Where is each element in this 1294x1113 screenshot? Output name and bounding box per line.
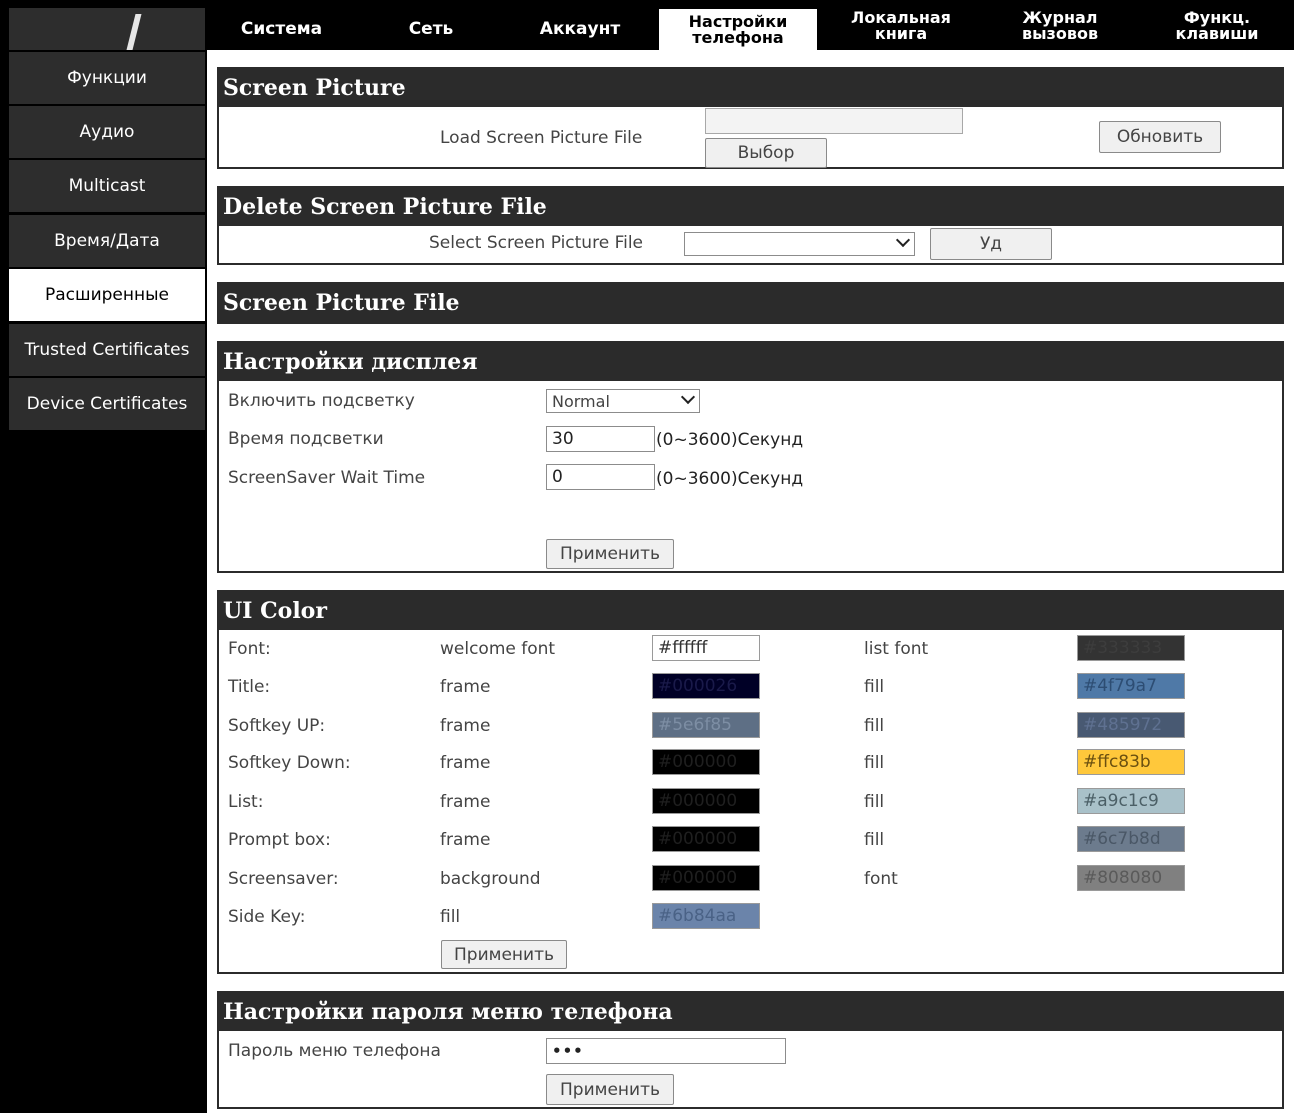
color-left-label: background	[440, 869, 541, 889]
color-right-input[interactable]: #808080	[1077, 865, 1185, 891]
color-left-label: frame	[440, 677, 491, 697]
color-right-label: fill	[864, 792, 885, 812]
backlight-select-value: Normal	[552, 391, 610, 411]
color-left-input[interactable]: #000026	[652, 673, 760, 699]
color-right-input[interactable]: #485972	[1077, 712, 1185, 738]
color-left-input[interactable]: #5e6f85	[652, 712, 760, 738]
menu-password-label: Пароль меню телефона	[228, 1041, 441, 1061]
password-settings-title: Настройки пароля меню телефона	[219, 993, 1282, 1031]
color-left-label: frame	[440, 753, 491, 773]
tab-system[interactable]: Система	[208, 8, 355, 50]
load-screen-picture-label: Load Screen Picture File	[440, 128, 643, 148]
logo-slash-icon	[126, 14, 142, 50]
color-left-label: frame	[440, 830, 491, 850]
sidebar-item-features[interactable]: Функции	[9, 52, 205, 104]
display-settings-panel: Настройки дисплея Включить подсветку Nor…	[217, 341, 1284, 573]
screensaver-wait-hint: (0~3600)Секунд	[656, 469, 804, 489]
sidebar-item-device-certificates[interactable]: Device Certificates	[9, 378, 205, 430]
tab-local-phonebook[interactable]: Локальная книга	[822, 8, 980, 50]
color-row-label: Side Key:	[228, 907, 306, 927]
logo	[9, 8, 205, 50]
color-right-input[interactable]: #6c7b8d	[1077, 826, 1185, 852]
color-left-label: frame	[440, 716, 491, 736]
delete-button[interactable]: Уд	[930, 228, 1052, 260]
ui-color-panel: UI Color Font: welcome font #ffffff list fo…	[217, 590, 1284, 974]
chevron-down-icon	[680, 389, 696, 405]
color-right-label: list font	[864, 639, 929, 659]
ui-color-apply-button[interactable]: Применить	[441, 940, 567, 969]
color-left-input[interactable]: #000000	[652, 788, 760, 814]
password-apply-button[interactable]: Применить	[546, 1074, 674, 1105]
backlight-time-hint: (0~3600)Секунд	[656, 430, 804, 450]
color-left-input[interactable]: #000000	[652, 826, 760, 852]
display-settings-title: Настройки дисплея	[219, 343, 1282, 381]
color-right-input[interactable]: #ffc83b	[1077, 749, 1185, 775]
color-row-label: Title:	[228, 677, 271, 697]
sidebar: Функции Аудио Multicast Время/Дата Расши…	[0, 50, 207, 1113]
tab-function-keys[interactable]: Функц. клавиши	[1140, 8, 1294, 50]
tab-network[interactable]: Сеть	[360, 8, 502, 50]
color-right-label: fill	[864, 753, 885, 773]
screen-picture-file-panel: Screen Picture File	[217, 282, 1284, 324]
color-left-label: welcome font	[440, 639, 556, 659]
sidebar-item-advanced[interactable]: Расширенные	[9, 269, 205, 321]
tab-phone-settings[interactable]: Настройки телефона	[659, 9, 817, 50]
color-left-input[interactable]: #000000	[652, 749, 760, 775]
screensaver-wait-input[interactable]: 0	[546, 464, 655, 490]
sidebar-item-multicast[interactable]: Multicast	[9, 160, 205, 212]
color-row-label: Prompt box:	[228, 830, 331, 850]
color-right-label: fill	[864, 830, 885, 850]
sidebar-item-trusted-certificates[interactable]: Trusted Certificates	[9, 324, 205, 376]
color-row-label: Softkey UP:	[228, 716, 326, 736]
color-left-label: frame	[440, 792, 491, 812]
color-left-input[interactable]: #ffffff	[652, 635, 760, 661]
delete-picture-title: Delete Screen Picture File	[219, 188, 1282, 226]
backlight-time-label: Время подсветки	[228, 429, 384, 449]
color-row-label: Font:	[228, 639, 271, 659]
screensaver-wait-label: ScreenSaver Wait Time	[228, 468, 426, 488]
color-right-label: fill	[864, 677, 885, 697]
display-apply-button[interactable]: Применить	[546, 539, 674, 569]
screen-picture-title: Screen Picture	[219, 69, 1282, 107]
screen-picture-select[interactable]	[684, 232, 915, 256]
tab-call-log[interactable]: Журнал вызовов	[984, 8, 1136, 50]
color-row-label: Softkey Down:	[228, 753, 351, 773]
menu-password-input[interactable]: •••	[546, 1038, 786, 1064]
color-left-input[interactable]: #000000	[652, 865, 760, 891]
ui-color-title: UI Color	[219, 592, 1282, 630]
color-right-input[interactable]: #333333	[1077, 635, 1185, 661]
file-path-field	[705, 108, 963, 134]
top-navigation-bar: Система Сеть Аккаунт Настройки телефона …	[0, 0, 1294, 50]
delete-picture-panel: Delete Screen Picture File Select Screen…	[217, 186, 1284, 265]
color-left-input[interactable]: #6b84aa	[652, 903, 760, 929]
color-right-label: fill	[864, 716, 885, 736]
color-right-input[interactable]: #a9c1c9	[1077, 788, 1185, 814]
backlight-time-input[interactable]: 30	[546, 426, 655, 452]
color-row-label: Screensaver:	[228, 869, 339, 889]
update-button[interactable]: Обновить	[1099, 121, 1221, 153]
color-right-label: font	[864, 869, 898, 889]
chevron-down-icon	[895, 232, 911, 248]
backlight-select[interactable]: Normal	[546, 389, 700, 413]
screen-picture-file-title: Screen Picture File	[219, 284, 1282, 322]
color-right-input[interactable]: #4f79a7	[1077, 673, 1185, 699]
backlight-label: Включить подсветку	[228, 391, 415, 411]
screen-picture-panel: Screen Picture Load Screen Picture File …	[217, 67, 1284, 169]
sidebar-item-audio[interactable]: Аудио	[9, 106, 205, 158]
tab-account[interactable]: Аккаунт	[506, 8, 654, 50]
browse-button[interactable]: Выбор	[705, 138, 827, 168]
select-screen-picture-label: Select Screen Picture File	[429, 233, 644, 253]
color-row-label: List:	[228, 792, 264, 812]
sidebar-item-time-date[interactable]: Время/Дата	[9, 215, 205, 267]
color-left-label: fill	[440, 907, 461, 927]
password-settings-panel: Настройки пароля меню телефона Пароль ме…	[217, 991, 1284, 1109]
